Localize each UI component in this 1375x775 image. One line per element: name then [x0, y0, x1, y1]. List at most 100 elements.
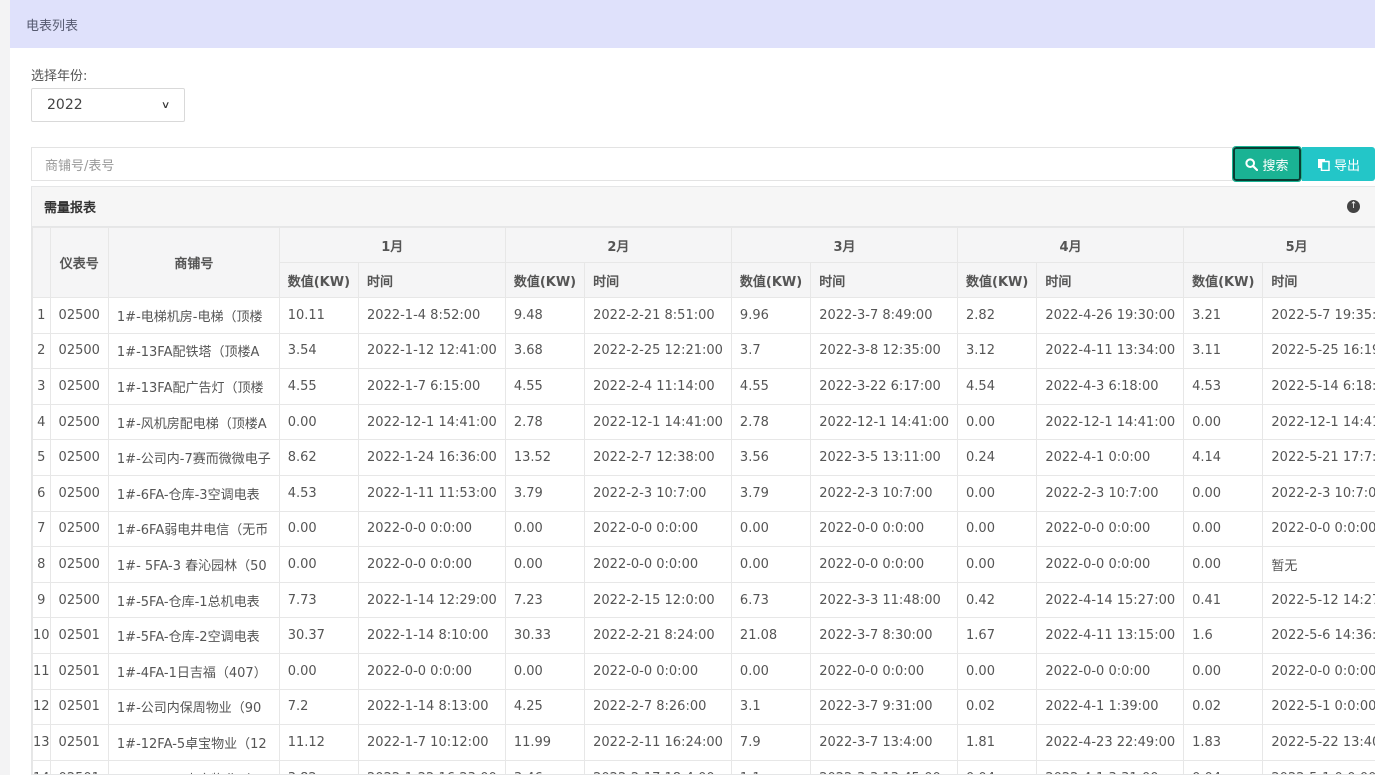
time-cell: 2022-5-6 14:36:00: [1262, 617, 1375, 654]
search-button-label: 搜索: [1262, 158, 1289, 174]
time-header: 时间: [1036, 262, 1185, 298]
time-cell: 2022-3-22 6:17:00: [810, 368, 959, 405]
time-cell: 2022-12-1 14:41:00: [584, 403, 732, 441]
value-cell: 0.24: [957, 439, 1038, 476]
shop-cell: 1#-13FA配铁塔（顶楼A: [107, 332, 280, 370]
value-cell: 11.99: [504, 724, 586, 761]
value-cell: 4.54: [957, 368, 1038, 405]
time-cell: 2022-4-23 22:49:00: [1036, 724, 1185, 761]
value-cell: 3.54: [278, 332, 360, 370]
row-index: 14: [32, 759, 51, 774]
value-cell: 0.00: [1183, 546, 1264, 583]
time-cell: 2022-1-7 6:15:00: [358, 368, 506, 405]
value-cell: 4.55: [730, 368, 812, 405]
value-cell: 30.33: [504, 617, 586, 654]
table-row: 6 02500 1#-6FA-仓库-3空调电表 4.53 2022-1-11 11:53…: [32, 474, 1375, 512]
time-cell: 2022-5-25 16:19:00: [1262, 332, 1375, 370]
value-cell: 3.12: [957, 332, 1038, 370]
time-cell: 2022-0-0 0:0:00: [358, 652, 506, 690]
time-cell: 2022-2-3 10:7:00: [1036, 474, 1185, 512]
value-cell: 7.73: [278, 581, 360, 619]
search-input[interactable]: 商铺号/表号: [31, 147, 1233, 181]
time-cell: 2022-5-22 13:40:00: [1262, 724, 1375, 761]
shop-cell: 1#-13FA配广告灯（顶楼: [107, 368, 280, 405]
time-cell: 2022-1-7 10:12:00: [358, 724, 506, 761]
value-cell: 0.00: [278, 546, 360, 583]
report-body: 1 02500 1#-电梯机房-电梯（顶楼 10.11 2022-1-4 8:52:00…: [32, 297, 1375, 774]
meter-cell: 02500: [49, 297, 109, 334]
time-cell: 2022-2-21 8:24:00: [584, 617, 732, 654]
export-button[interactable]: 导出: [1302, 147, 1375, 181]
value-cell: 3.79: [730, 474, 812, 512]
shop-cell: 1#-5FA-仓库-2空调电表: [107, 617, 280, 654]
value-cell: 0.00: [1183, 652, 1264, 690]
meter-cell: 02501: [49, 652, 109, 690]
time-cell: 2022-0-0 0:0:00: [584, 652, 732, 690]
value-header: 数值(KW): [957, 262, 1038, 298]
panel-header: 电表列表: [10, 0, 1375, 48]
report-table: 仪表号 商铺号 1月 2月 3月 4月 5月 数值(KW) 时间 数值(KW) …: [32, 227, 1375, 774]
month-header: 3月: [730, 227, 959, 263]
time-cell: 2022-4-11 13:34:00: [1036, 332, 1185, 370]
shop-cell: 1#-12FA-5卓宝物业（12: [107, 724, 280, 761]
value-cell: 0.00: [1183, 474, 1264, 512]
value-cell: 1.6: [1183, 617, 1264, 654]
meter-cell: 02500: [49, 332, 109, 370]
meter-cell: 02501: [49, 759, 109, 774]
time-cell: 2022-3-7 13:4:00: [810, 724, 959, 761]
row-index: 3: [32, 368, 51, 405]
time-cell: 2022-0-0 0:0:00: [810, 510, 959, 548]
collapse-up-icon[interactable]: ↑: [1347, 200, 1360, 213]
search-button[interactable]: 搜索: [1232, 146, 1302, 182]
row-index: 2: [32, 332, 51, 370]
value-cell: 7.23: [504, 581, 586, 619]
value-cell: 0.00: [957, 510, 1038, 548]
time-cell: 2022-3-7 8:49:00: [810, 297, 959, 334]
year-select[interactable]: 2022 ∨: [31, 88, 185, 122]
month-header: 1月: [278, 227, 506, 263]
time-cell: 2022-0-0 0:0:00: [810, 652, 959, 690]
time-cell: 2022-0-0 0:0:00: [1262, 510, 1375, 548]
time-cell: 2022-0-0 0:0:00: [584, 546, 732, 583]
value-cell: 0.02: [957, 688, 1038, 726]
time-cell: 2022-3-7 9:31:00: [810, 688, 959, 726]
value-cell: 2.78: [730, 403, 812, 441]
value-cell: 0.00: [278, 510, 360, 548]
value-cell: 0.00: [504, 652, 586, 690]
shop-cell: 1#-5FA-仓库-1总机电表: [107, 581, 280, 619]
time-cell: 2022-12-1 14:41:00: [358, 403, 506, 441]
value-header: 数值(KW): [278, 262, 360, 298]
chevron-down-icon: ∨: [160, 99, 171, 111]
time-cell: 2022-1-22 16:23:00: [358, 759, 506, 774]
meter-list-panel: 电表列表 选择年份: 2022 ∨ 商铺号/表号 搜索 导出 需量报表 ↑ 仪表…: [10, 0, 1375, 775]
search-placeholder: 商铺号/表号: [45, 158, 115, 174]
value-cell: 13.52: [504, 439, 586, 476]
value-cell: 6.73: [730, 581, 812, 619]
month-header: 5月: [1183, 227, 1375, 263]
value-cell: 0.42: [957, 581, 1038, 619]
time-cell: 2022-0-0 0:0:00: [358, 510, 506, 548]
time-cell: 2022-1-14 8:10:00: [358, 617, 506, 654]
month-header: 2月: [504, 227, 732, 263]
time-cell: 2022-1-14 8:13:00: [358, 688, 506, 726]
table-row: 9 02500 1#-5FA-仓库-1总机电表 7.73 2022-1-14 12:29…: [32, 581, 1375, 619]
meter-cell: 02500: [49, 474, 109, 512]
row-index: 7: [32, 510, 51, 548]
export-button-label: 导出: [1333, 158, 1360, 174]
shop-cell: 1#-12FA-4卓宝物业（12: [107, 759, 280, 774]
time-cell: 暂无: [1262, 546, 1375, 583]
value-cell: 3.68: [504, 332, 586, 370]
year-label: 选择年份:: [31, 69, 88, 84]
meter-cell: 02500: [49, 368, 109, 405]
table-row: 7 02500 1#-6FA弱电井电信（无币 0.00 2022-0-0 0:0:00 0…: [32, 510, 1375, 548]
shop-cell: 1#-公司内-7赛而微微电子: [107, 439, 280, 476]
value-cell: 4.55: [278, 368, 360, 405]
value-cell: 4.55: [504, 368, 586, 405]
value-cell: 0.04: [1183, 759, 1264, 774]
month-header: 4月: [957, 227, 1185, 263]
demand-report: 需量报表 ↑ 仪表号 商铺号 1月 2月 3月 4月 5月 数值(KW) 时间 …: [31, 186, 1375, 775]
value-cell: 1.67: [957, 617, 1038, 654]
table-row: 8 02500 1#- 5FA-3 春沁园林（50 0.00 2022-0-0 0:0:…: [32, 546, 1375, 583]
value-cell: 0.00: [730, 652, 812, 690]
shop-cell: 1#-公司内保周物业（90: [107, 688, 280, 726]
